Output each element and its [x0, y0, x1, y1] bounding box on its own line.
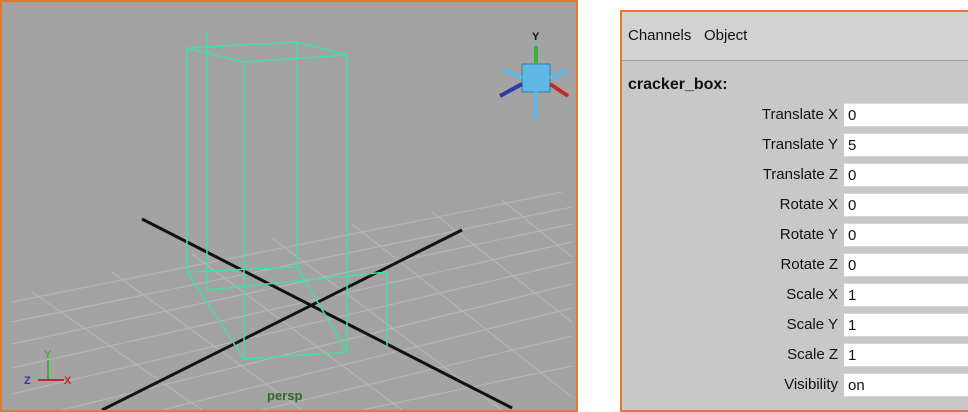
channel-row[interactable]: Rotate Z 0: [622, 252, 968, 279]
channel-row[interactable]: Rotate X 0: [622, 192, 968, 219]
channel-label: Translate X: [761, 106, 838, 123]
channel-label: Rotate Z: [780, 256, 838, 273]
channel-label: Scale Z: [787, 346, 838, 363]
channel-box-menubar: Channels Object: [622, 12, 968, 61]
perspective-viewport[interactable]: Y Y Z X persp: [0, 0, 578, 412]
channel-label: Rotate X: [779, 196, 838, 213]
channel-value-field[interactable]: 0: [844, 223, 968, 247]
channel-label: Visibility: [784, 376, 838, 393]
camera-label: persp: [267, 388, 303, 403]
channel-label: Scale Y: [786, 316, 838, 333]
grid-axis-x-line: [141, 217, 513, 410]
channel-value-field[interactable]: 0: [844, 253, 968, 277]
channel-label: Rotate Y: [779, 226, 838, 243]
channel-row[interactable]: Translate Z 0: [622, 162, 968, 189]
cracker-box-wireframe[interactable]: [186, 32, 388, 360]
channel-label: Scale X: [786, 286, 838, 303]
channel-row[interactable]: Scale Y 1: [622, 312, 968, 339]
channel-value-field[interactable]: 1: [844, 283, 968, 307]
view-cube-icon[interactable]: Y: [499, 31, 570, 120]
channel-label: Translate Z: [762, 166, 838, 183]
view-cube-label: Y: [532, 31, 540, 43]
channel-box-panel: Channels Object cracker_box: Translate X…: [620, 10, 968, 412]
channel-value-field[interactable]: 1: [844, 313, 968, 337]
viewport-scene: Y Y Z X: [11, 31, 573, 410]
menu-object[interactable]: Object: [704, 27, 747, 44]
channel-value-field[interactable]: 0: [844, 103, 968, 127]
channel-value-field[interactable]: 0: [844, 163, 968, 187]
channel-value-field[interactable]: 0: [844, 193, 968, 217]
channel-row[interactable]: Visibility on: [622, 372, 968, 399]
channel-row[interactable]: Translate X 0: [622, 102, 968, 129]
axis-y-label: Y: [44, 349, 52, 361]
grid-axis-z-line: [101, 228, 463, 410]
channel-label: Translate Y: [762, 136, 838, 153]
object-name[interactable]: cracker_box:: [628, 76, 728, 94]
channel-row[interactable]: Scale Z 1: [622, 342, 968, 369]
channel-row[interactable]: Translate Y 5: [622, 132, 968, 159]
channel-value-field[interactable]: on: [844, 373, 968, 397]
ground-grid: [11, 191, 573, 410]
channel-value-field[interactable]: 1: [844, 343, 968, 367]
menu-channels[interactable]: Channels: [628, 27, 691, 44]
channel-row[interactable]: Scale X 1: [622, 282, 968, 309]
axis-z-label: Z: [24, 375, 31, 387]
axis-x-label: X: [64, 375, 72, 387]
channel-value-field[interactable]: 5: [844, 133, 968, 157]
channel-row[interactable]: Rotate Y 0: [622, 222, 968, 249]
axis-indicator-icon: Y Z X: [24, 349, 72, 387]
